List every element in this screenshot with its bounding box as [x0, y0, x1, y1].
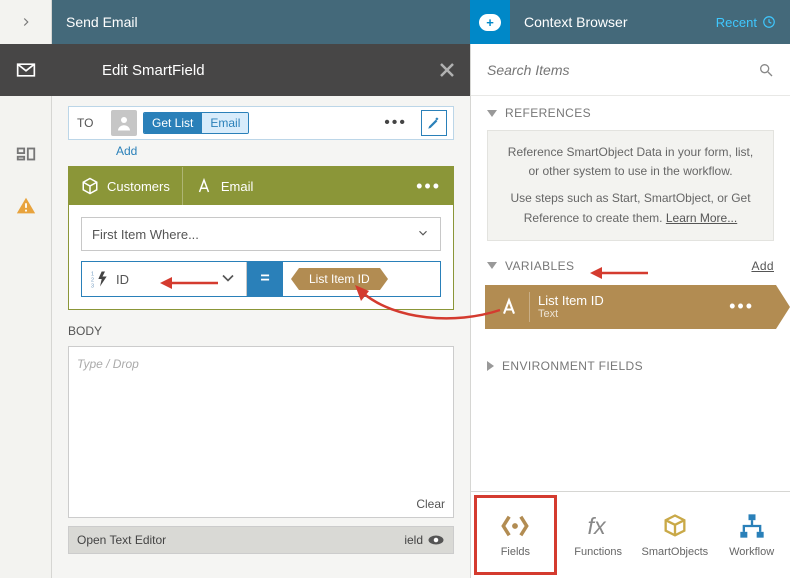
layout-icon[interactable] [14, 142, 38, 166]
panel-title-right: Context Browser Recent [510, 0, 790, 44]
tab-smartobjects-label: SmartObjects [642, 546, 709, 558]
email-body-editor[interactable]: Type / Drop Clear [68, 346, 454, 518]
edit-to-button[interactable] [421, 110, 447, 136]
smartobject-header: Customers Email ••• [69, 167, 453, 205]
close-button[interactable] [430, 53, 464, 87]
smartobject-body: First Item Where... 123 ID [69, 205, 453, 309]
edit-smartfield-title: Edit SmartField [98, 62, 430, 79]
body-label: BODY [68, 324, 454, 338]
text-a-icon [195, 177, 213, 195]
top-bar: Send Email + Context Browser Recent [0, 0, 790, 44]
cube-icon [81, 177, 99, 195]
pencil-icon [427, 116, 441, 130]
open-text-editor-label: Open Text Editor [77, 533, 166, 547]
user-placeholder-icon [111, 110, 137, 136]
add-recipient-link[interactable]: Add [116, 144, 454, 158]
close-icon [439, 62, 455, 78]
main-row: Edit SmartField TO Get List Email ••• [0, 44, 790, 578]
search-row [471, 44, 790, 96]
add-variable-link[interactable]: Add [751, 259, 774, 273]
smartobject-block: Customers Email ••• First Item Where... [68, 166, 454, 310]
smartobject-name: Customers [107, 179, 170, 194]
context-browser-panel: REFERENCES Reference SmartObject Data in… [470, 44, 790, 578]
tab-fields[interactable]: Fields [474, 495, 557, 575]
search-input[interactable] [487, 62, 758, 78]
field-suffix-label: ield [404, 533, 423, 547]
open-text-editor-bar[interactable]: Open Text Editor ield [68, 526, 454, 554]
filter-select[interactable]: First Item Where... [81, 217, 441, 251]
number-lightning-icon: 123 [90, 269, 110, 289]
context-bottom-tabs: Fields fx Functions SmartObjects Workflo… [471, 491, 790, 578]
section-variables-header[interactable]: VARIABLES Add [471, 249, 790, 279]
chevron-down-icon [416, 226, 430, 243]
section-environment-header[interactable]: ENVIRONMENT FIELDS [471, 349, 790, 379]
smartobject-field-name: Email [221, 179, 254, 194]
condition-field-label: ID [116, 272, 212, 287]
condition-value-tag[interactable]: List Item ID [299, 268, 380, 290]
fields-icon [501, 512, 529, 540]
editor-body: TO Get List Email ••• Add [52, 96, 470, 554]
center-column: Edit SmartField TO Get List Email ••• [52, 44, 470, 578]
mail-icon [0, 44, 52, 96]
tab-workflow-label: Workflow [729, 546, 774, 558]
svg-text:fx: fx [588, 513, 607, 539]
filter-select-label: First Item Where... [92, 227, 199, 242]
workflow-icon [738, 512, 766, 540]
tab-functions-label: Functions [574, 546, 622, 558]
plus-icon: + [479, 14, 501, 31]
clock-icon [762, 15, 776, 29]
condition-value-wrap[interactable]: List Item ID [283, 262, 440, 296]
warning-icon[interactable] [14, 194, 38, 218]
collapse-toggle[interactable] [0, 0, 52, 44]
smartfield-pill[interactable]: Get List Email [143, 112, 249, 134]
tab-functions[interactable]: fx Functions [560, 492, 637, 578]
pill-field-label: Email [201, 113, 248, 133]
chevron-right-icon [487, 361, 494, 371]
variable-type: Text [538, 308, 604, 320]
learn-more-link[interactable]: Learn More... [666, 211, 737, 225]
condition-operator[interactable]: = [247, 262, 283, 296]
eye-icon [427, 534, 445, 546]
recent-link[interactable]: Recent [716, 15, 776, 30]
body-placeholder: Type / Drop [77, 357, 139, 371]
functions-icon: fx [584, 512, 612, 540]
svg-text:3: 3 [91, 283, 94, 289]
section-variables-label: VARIABLES [505, 259, 574, 273]
edit-header: Edit SmartField [52, 44, 470, 96]
to-field-row: TO Get List Email ••• [68, 106, 454, 140]
send-email-title: Send Email [66, 14, 138, 30]
to-more-button[interactable]: ••• [376, 115, 415, 131]
references-info-box: Reference SmartObject Data in your form,… [487, 130, 774, 241]
pill-action-label: Get List [144, 113, 201, 133]
condition-row: 123 ID = List Item ID [81, 261, 441, 297]
condition-value-label: List Item ID [309, 272, 370, 286]
add-step-button[interactable]: + [470, 0, 510, 44]
search-icon [758, 62, 774, 78]
condition-field-select[interactable]: 123 ID [82, 262, 247, 296]
tab-smartobjects[interactable]: SmartObjects [637, 492, 714, 578]
smartobject-more-button[interactable]: ••• [404, 176, 453, 197]
section-references-label: REFERENCES [505, 106, 591, 120]
recent-label: Recent [716, 15, 757, 30]
left-rail [0, 44, 52, 578]
clear-body-link[interactable]: Clear [416, 497, 445, 511]
chevron-down-icon [487, 110, 497, 117]
variable-card[interactable]: List Item ID Text ••• [485, 285, 776, 329]
smartobjects-icon [661, 512, 689, 540]
references-info-line1: Reference SmartObject Data in your form,… [502, 143, 759, 181]
variable-name: List Item ID [538, 293, 604, 308]
variable-more-button[interactable]: ••• [729, 296, 754, 317]
panel-title-left: Send Email [52, 0, 470, 44]
tab-fields-label: Fields [501, 546, 530, 558]
section-references-header[interactable]: REFERENCES [471, 96, 790, 126]
context-browser-title: Context Browser [524, 14, 627, 30]
chevron-down-icon [218, 268, 238, 291]
text-a-icon [491, 291, 527, 323]
tab-workflow[interactable]: Workflow [713, 492, 790, 578]
to-label: TO [77, 116, 105, 130]
chevron-down-icon [487, 262, 497, 269]
section-environment-label: ENVIRONMENT FIELDS [502, 359, 643, 373]
